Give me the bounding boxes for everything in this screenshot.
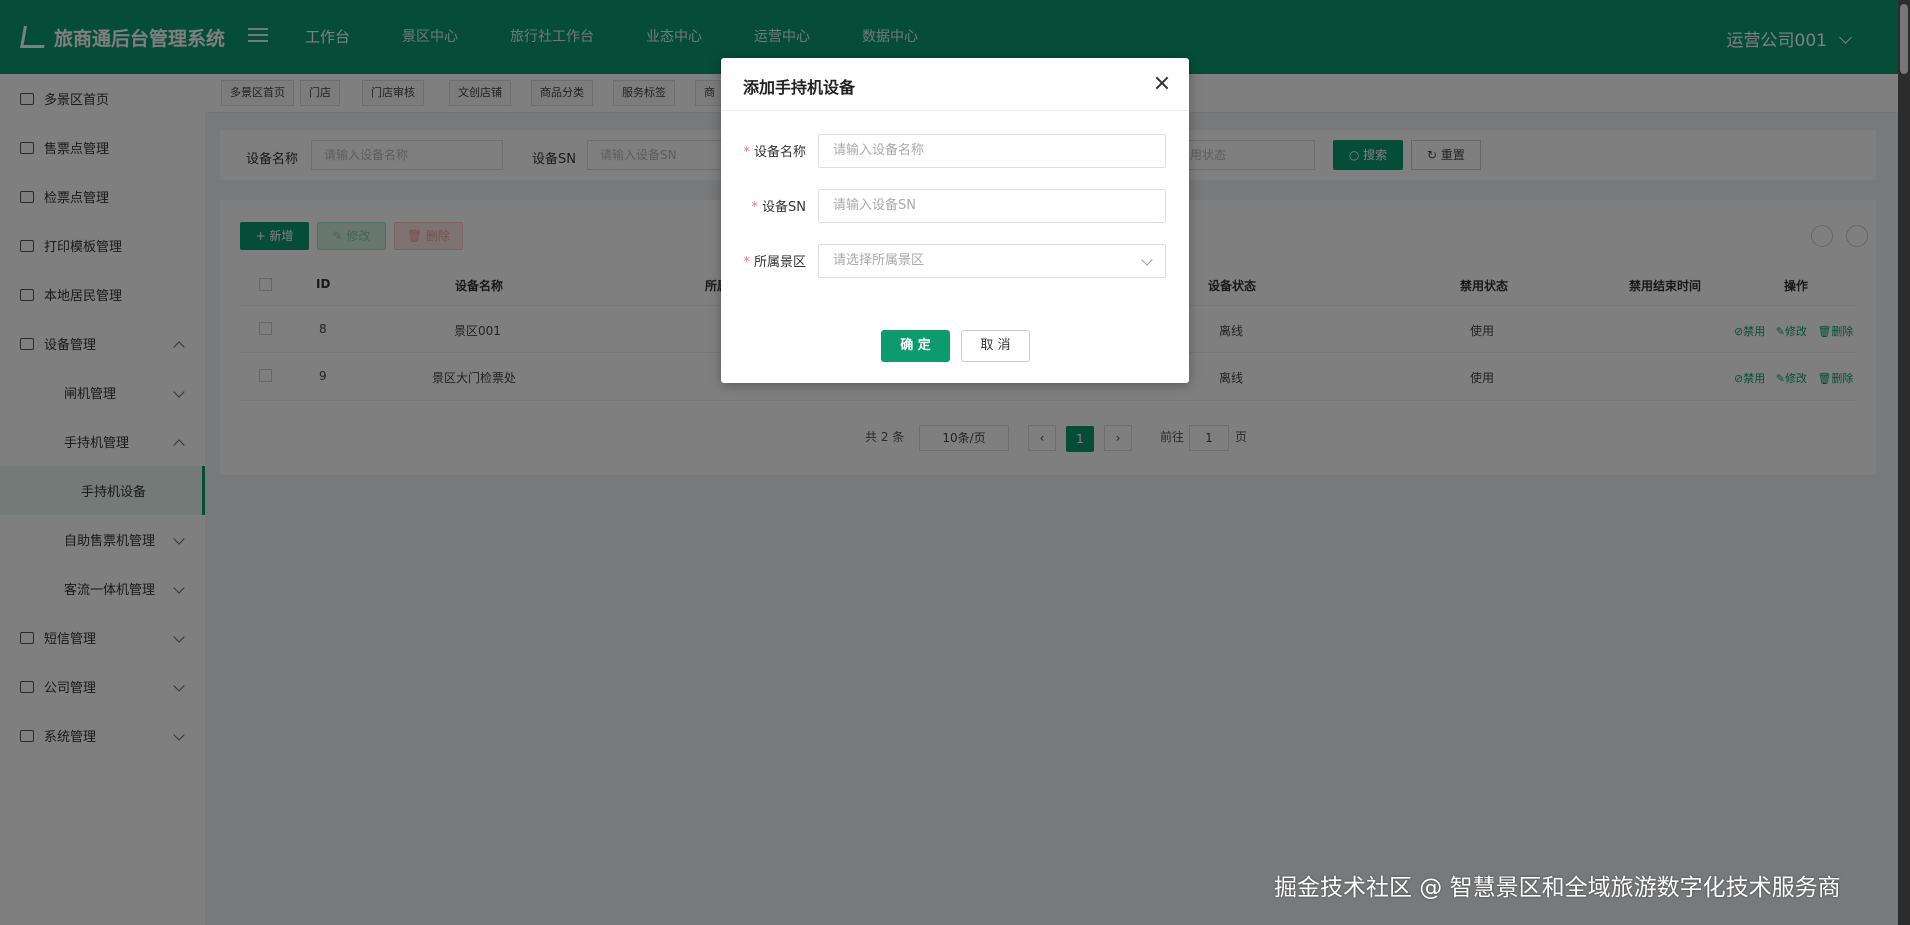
- scenic-field-label: * 所属景区: [743, 255, 806, 270]
- watermark: 掘金技术社区 @ 智慧景区和全域旅游数字化技术服务商: [1274, 875, 1841, 901]
- scrollbar-thumb[interactable]: [1900, 4, 1908, 74]
- close-icon[interactable]: [1153, 74, 1171, 92]
- sn-field-label: * 设备SN: [751, 200, 806, 215]
- scrollbar[interactable]: [1898, 0, 1910, 925]
- device-name-field-label: * 设备名称: [743, 145, 806, 160]
- scenic-select[interactable]: 请选择所属景区: [818, 244, 1166, 278]
- confirm-button[interactable]: 确 定: [881, 330, 950, 362]
- dialog-divider: [721, 110, 1189, 111]
- sn-field[interactable]: 请输入设备SN: [818, 189, 1166, 223]
- dialog-title: 添加手持机设备: [743, 78, 856, 97]
- cancel-button[interactable]: 取 消: [961, 330, 1030, 362]
- chevron-down-icon: [1141, 254, 1153, 266]
- device-name-field[interactable]: 请输入设备名称: [818, 134, 1166, 168]
- add-handheld-dialog: 添加手持机设备 * 设备名称 请输入设备名称 * 设备SN 请输入设备SN * 所属景…: [721, 58, 1189, 383]
